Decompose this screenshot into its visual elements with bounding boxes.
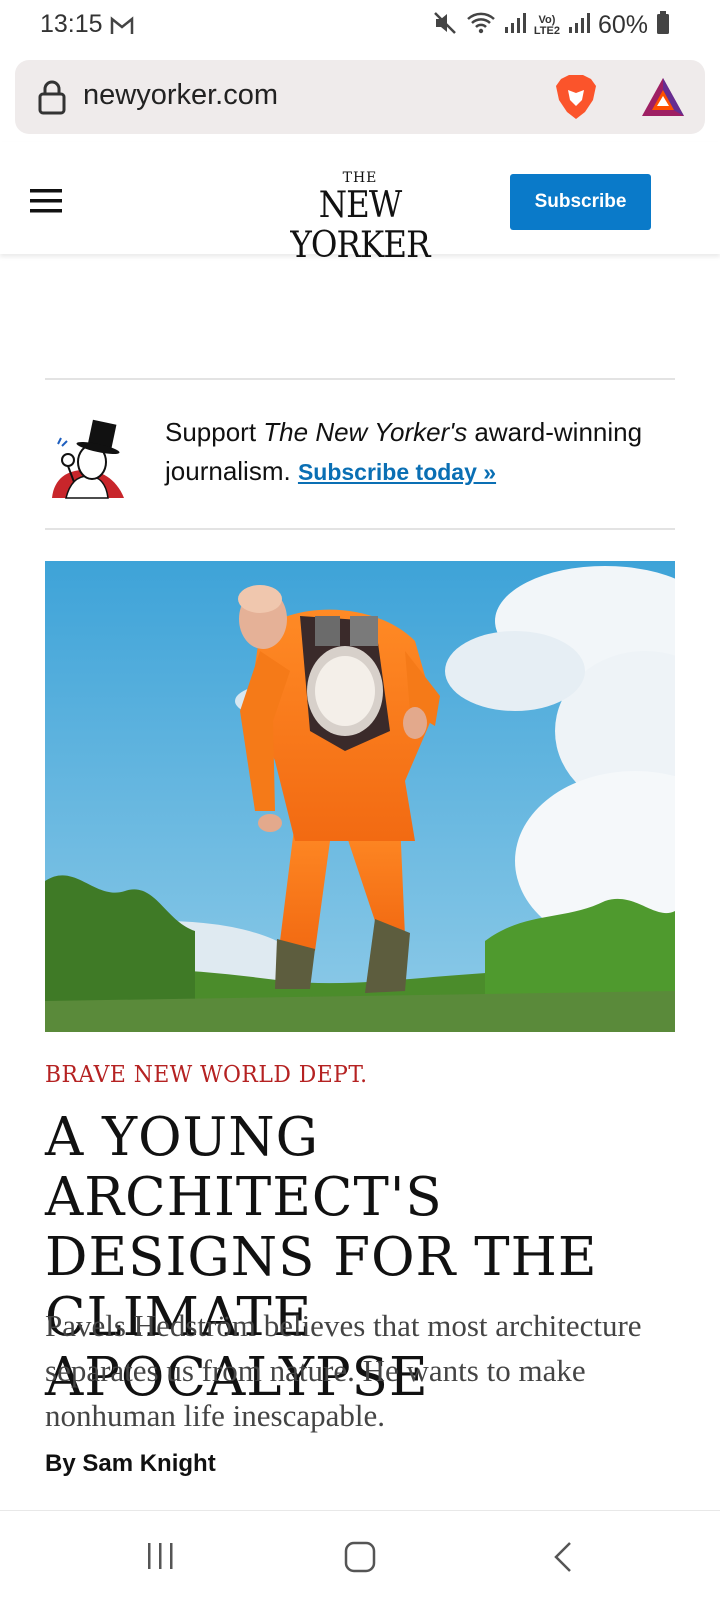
gmail-icon (110, 16, 134, 41)
promo-publication: The New Yorker's (263, 417, 468, 447)
signal-icon (504, 12, 526, 39)
address-bar[interactable]: newyorker.com (15, 60, 705, 134)
signal-icon (568, 12, 590, 39)
article-byline: By Sam Knight (45, 1450, 216, 1478)
status-time: 13:15 (40, 10, 103, 38)
article-dek: Pavels Hedström believes that most archi… (45, 1308, 642, 1433)
site-header: THE NEW YORKER Subscribe (0, 142, 720, 266)
site-logo[interactable]: THE NEW YORKER (250, 170, 470, 266)
brave-shields-icon[interactable] (553, 73, 599, 126)
mute-icon (432, 10, 458, 41)
logo-main: NEW YORKER (290, 185, 430, 266)
status-bar: 13:15 Vo) LTE2 60% (0, 0, 720, 54)
author-link[interactable]: Sam Knight (82, 1450, 215, 1477)
divider (45, 528, 675, 530)
byline-prefix: By (45, 1450, 83, 1477)
url-text[interactable]: newyorker.com (83, 79, 278, 112)
article-rubric[interactable]: BRAVE NEW WORLD DEPT. (45, 1062, 368, 1088)
battery-percentage: 60% (597, 11, 648, 39)
promo-text: Support The New Yorker's award-winning j… (165, 417, 643, 486)
divider (45, 378, 675, 380)
article-hero-image (45, 561, 675, 1032)
wifi-icon (466, 11, 496, 40)
battery-icon (656, 11, 670, 40)
recent-apps-icon[interactable] (145, 1541, 175, 1576)
eustace-tilley-icon (48, 418, 128, 505)
home-icon[interactable] (344, 1541, 376, 1578)
volte-label: Vo) LTE2 (533, 13, 560, 37)
subscribe-button[interactable]: Subscribe (510, 174, 651, 230)
bat-rewards-icon[interactable] (640, 76, 686, 123)
subscribe-today-link[interactable]: Subscribe today » (298, 459, 496, 485)
system-navigation-bar (0, 1510, 720, 1601)
status-icons: Vo) LTE2 60% (432, 10, 670, 41)
lock-icon[interactable] (37, 79, 67, 120)
hamburger-menu-icon[interactable] (30, 189, 62, 218)
back-icon[interactable] (552, 1541, 574, 1578)
logo-the: THE (342, 170, 378, 186)
